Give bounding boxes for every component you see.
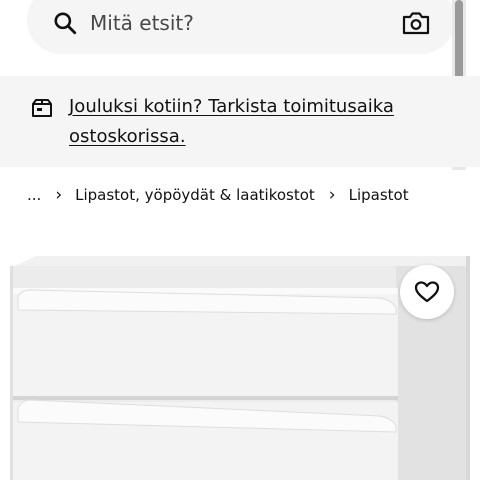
breadcrumb-item-current[interactable]: Lipastot bbox=[349, 186, 409, 204]
camera-icon[interactable] bbox=[402, 10, 430, 36]
breadcrumb-ellipsis[interactable]: ... bbox=[27, 186, 41, 204]
breadcrumb-item-category[interactable]: Lipastot, yöpöydät & laatikostot bbox=[75, 186, 315, 204]
chevron-right-icon: › bbox=[55, 185, 63, 205]
delivery-time-link[interactable]: Jouluksi kotiin? Tarkista toimitusaika o… bbox=[69, 92, 441, 152]
delivery-banner: Jouluksi kotiin? Tarkista toimitusaika o… bbox=[0, 76, 480, 167]
chevron-right-icon: › bbox=[328, 185, 336, 205]
search-input[interactable] bbox=[90, 8, 370, 38]
search-section bbox=[0, 0, 480, 76]
search-icon[interactable] bbox=[52, 10, 78, 36]
favorite-button[interactable] bbox=[400, 265, 454, 319]
delivery-box-icon bbox=[32, 99, 52, 117]
heart-icon bbox=[414, 281, 440, 303]
breadcrumb: ... › Lipastot, yöpöydät & laatikostot ›… bbox=[27, 184, 409, 206]
